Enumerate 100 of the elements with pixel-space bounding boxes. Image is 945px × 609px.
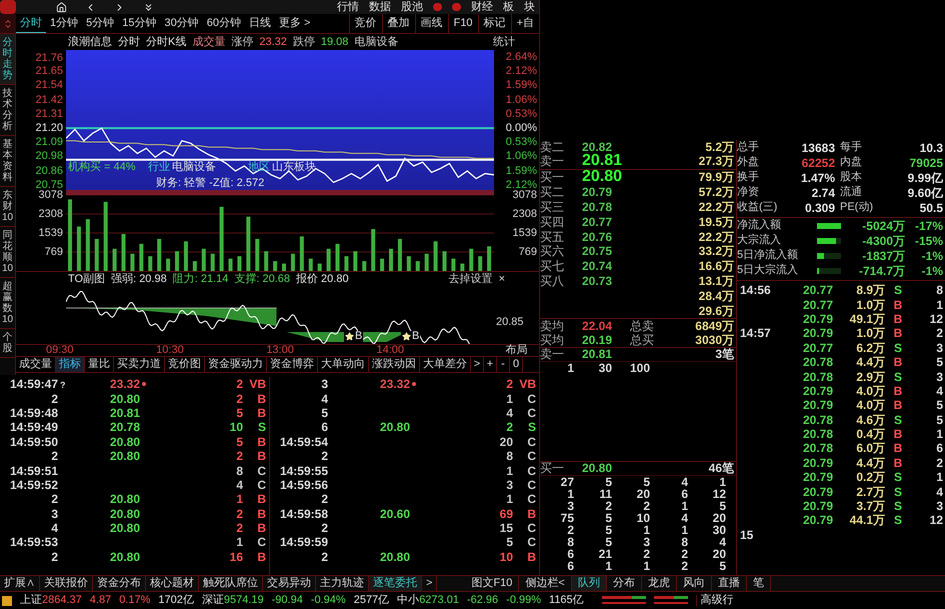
tick-price: 20.79 <box>802 326 833 340</box>
panel-button[interactable]: > <box>471 357 484 372</box>
flow-amount: -5024万 <box>861 220 905 232</box>
nav-menu-item[interactable]: 行情 <box>337 2 359 12</box>
period-tab[interactable]: 日线 <box>245 14 275 33</box>
double-chevron-icon[interactable] <box>143 2 154 12</box>
tick-volume: 8.9万 <box>856 283 885 298</box>
indicator-tab[interactable]: 涨跌动因 <box>369 357 420 372</box>
bottom-tab[interactable]: 扩展∧ <box>0 576 40 591</box>
nav-menu-item[interactable]: 财经 <box>471 2 493 12</box>
period-tab[interactable]: 5分钟 <box>82 14 118 33</box>
toolbar-button[interactable]: F10 <box>448 14 478 33</box>
trade-time: 3 <box>50 508 58 520</box>
indicator-tab[interactable]: 资金驱动力 <box>205 357 267 372</box>
view-toggle[interactable]: 分时 <box>118 36 140 48</box>
stats-button[interactable]: 统计 <box>493 36 515 48</box>
side-panel-tab[interactable]: 队列 <box>572 576 607 591</box>
sidebar-tab[interactable]: 技术分析 <box>0 85 15 136</box>
bottom-tab[interactable]: 资金分布 <box>93 576 146 591</box>
percent-axis-label: 2.12% <box>506 180 537 191</box>
period-tab[interactable]: 1分钟 <box>46 14 82 33</box>
volume-toggle[interactable]: 成交量 <box>192 36 226 48</box>
toolbar-button[interactable]: 竞价 <box>348 14 382 33</box>
volume-bar <box>469 248 474 271</box>
toolbar-button[interactable]: 叠加 <box>382 14 415 33</box>
nav-menu-item[interactable]: 股池 <box>401 2 423 12</box>
tick-volume: 6.0万 <box>856 441 885 456</box>
bottom-tab[interactable]: 逐笔委托 <box>369 576 422 591</box>
tick-price: 20.79 <box>802 312 833 326</box>
collapse-arrows-icon[interactable] <box>3 18 13 28</box>
app-logo-icon[interactable] <box>0 0 16 14</box>
toolbar-button[interactable]: 标记 <box>478 14 511 33</box>
nav-menu-item[interactable]: 板 <box>503 2 514 12</box>
remove-settings-link[interactable]: 去掉设置 <box>448 274 493 284</box>
trade-price: 20.80 <box>110 522 140 534</box>
panel-button[interactable]: + <box>484 357 497 372</box>
sidebar-tab[interactable]: 东财10 <box>0 187 15 227</box>
tick-volume: 4.0万 <box>856 384 885 398</box>
indicator-tab[interactable]: 大单动向 <box>318 357 369 372</box>
indicator-tab[interactable]: 指标 <box>56 357 85 372</box>
indicator-tab[interactable]: 量比 <box>85 357 114 372</box>
bottom-tab[interactable]: > <box>422 576 438 591</box>
side-panel-tab[interactable]: 图文F10 <box>465 576 520 591</box>
trade-volume: 1 <box>235 493 243 506</box>
period-tab[interactable]: 60分钟 <box>202 14 245 33</box>
industry-name: 电脑设备 <box>354 36 398 48</box>
indicator-tab[interactable]: 竞价图 <box>165 357 205 372</box>
bottom-tab[interactable]: 关联报价 <box>40 576 93 591</box>
toolbar-button[interactable]: +自 <box>510 14 539 33</box>
layout-button[interactable]: 布局 <box>494 345 539 356</box>
period-tab[interactable]: 30分钟 <box>160 14 203 33</box>
sidebar-tab[interactable]: 超赢数10 <box>0 278 15 329</box>
tick-price: 20.78 <box>802 370 833 384</box>
price-axis-label: 21.42 <box>35 95 63 106</box>
trade-volume: 1 <box>505 493 513 506</box>
tick-volume: 0.2万 <box>856 470 885 484</box>
queue-order-size: 75 <box>560 512 575 524</box>
trade-price: 20.80 <box>110 508 140 520</box>
queue-order-size: 20 <box>712 548 727 560</box>
tick-count: 3 <box>936 340 943 355</box>
side-panel-tab[interactable]: 直播 <box>712 576 747 591</box>
time-axis-label: 14:00 <box>376 345 404 356</box>
market-breadth-icon <box>654 596 688 605</box>
strength-value: 强弱: 20.98 <box>111 274 167 284</box>
flow-amount: -714.7万 <box>858 264 905 276</box>
period-tab[interactable]: 更多 > <box>275 14 314 33</box>
side-panel-tab[interactable]: 笔 <box>746 576 771 591</box>
side-panel-tab[interactable]: 龙虎 <box>642 576 677 591</box>
panel-button[interactable]: 0 <box>510 357 523 372</box>
advanced-quote-button[interactable]: 高级行 <box>696 595 738 606</box>
stat-value: 79025 <box>908 156 943 168</box>
trade-volume: 2 <box>235 508 243 520</box>
sidebar-tab[interactable]: 分时走势 <box>0 34 15 85</box>
indicator-tab[interactable]: 资金博弈 <box>267 357 318 372</box>
toolbar-button[interactable]: 画线 <box>414 14 448 33</box>
panel-button[interactable]: - <box>497 357 510 372</box>
home-icon[interactable] <box>56 2 67 12</box>
view-toggle[interactable]: 分时K线 <box>146 36 186 48</box>
indicator-tab[interactable]: 买卖力道 <box>114 357 165 372</box>
tick-side: S <box>894 484 902 499</box>
period-tab[interactable]: 15分钟 <box>118 14 160 33</box>
close-button[interactable]: × <box>498 274 505 284</box>
volume-bar <box>246 216 250 271</box>
nav-menu-item[interactable]: 块 <box>524 2 535 12</box>
round-badge-icon[interactable] <box>433 3 442 11</box>
nav-menu-item[interactable]: 数据 <box>369 2 391 12</box>
sidebar-tab[interactable]: 基本资料 <box>0 136 15 187</box>
period-tab[interactable]: 分时 <box>16 14 46 33</box>
side-panel-tab[interactable]: 风向 <box>676 576 712 591</box>
round-badge-icon[interactable] <box>452 3 461 11</box>
bottom-tab[interactable]: 触死队席位 <box>199 576 263 591</box>
ask-volume: 27.3万 <box>698 155 735 167</box>
sidebar-tab[interactable]: 同花顺10 <box>0 227 15 278</box>
indicator-tab[interactable]: 大单差分 <box>420 357 471 372</box>
sidebar-tab[interactable]: 个股 <box>0 329 15 358</box>
side-panel-tab[interactable]: 分布 <box>606 576 642 591</box>
trade-price: 23.32 <box>110 378 140 390</box>
bottom-tab[interactable]: 交易异动 <box>263 576 316 591</box>
market-icon[interactable] <box>2 596 12 606</box>
bottom-tab[interactable]: 核心题材 <box>146 576 199 591</box>
